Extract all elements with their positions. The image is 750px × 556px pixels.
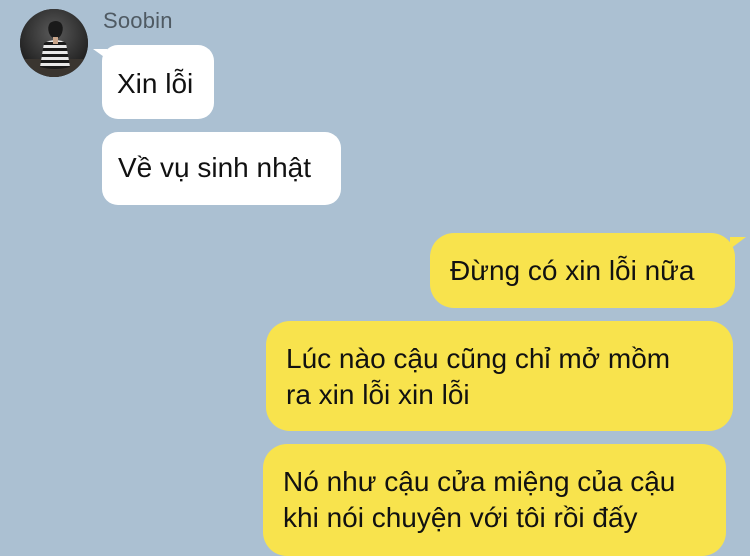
message-text: Xin lỗi [117,68,194,99]
incoming-message-bubble[interactable]: Về vụ sinh nhật [102,132,341,205]
outgoing-message-bubble[interactable]: Nó như cậu cửa miệng của cậu khi nói chu… [263,444,726,556]
incoming-message-bubble[interactable]: Xin lỗi [93,45,214,119]
chat-view: Soobin Xin lỗi Về vụ sinh nhật Đừng có x… [0,0,750,556]
message-text-line: Lúc nào cậu cũng chỉ mở mồm [286,343,671,374]
message-text: Về vụ sinh nhật [118,152,312,183]
message-text: Đừng có xin lỗi nữa [450,255,695,286]
outgoing-message-bubble[interactable]: Lúc nào cậu cũng chỉ mở mồm ra xin lỗi x… [266,321,733,431]
sender-avatar[interactable] [20,9,88,77]
avatar-photo-icon [20,9,88,77]
sender-name: Soobin [103,8,173,33]
bubble-tail [730,237,746,249]
bubble-tail [93,49,107,59]
message-text-line: ra xin lỗi xin lỗi [286,379,470,410]
outgoing-message-bubble[interactable]: Đừng có xin lỗi nữa [430,233,746,308]
message-text-line: khi nói chuyện với tôi rồi đấy [283,502,638,533]
message-text-line: Nó như cậu cửa miệng của cậu [283,466,676,497]
